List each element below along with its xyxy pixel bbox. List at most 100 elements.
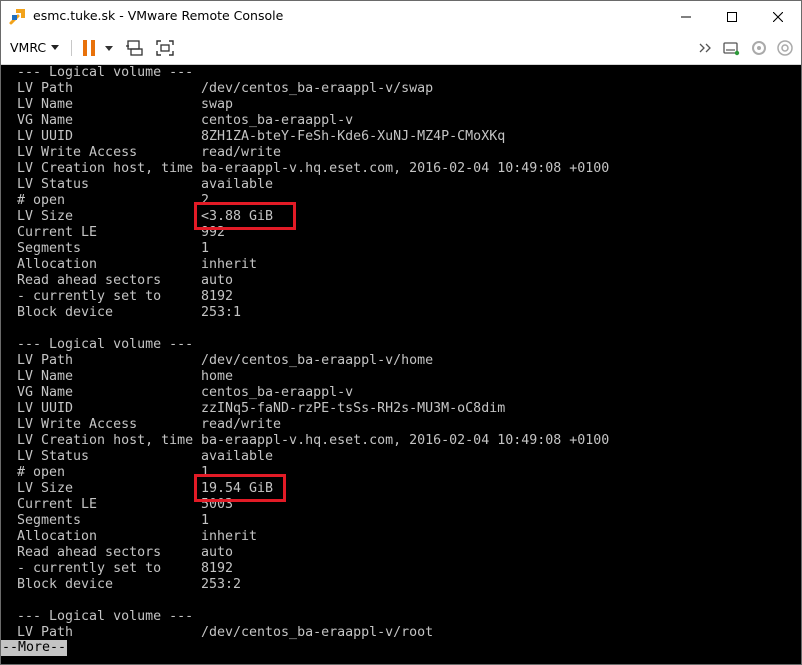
lv-value: auto [201,545,234,560]
lv-row: Segments 1 [17,513,209,529]
lv-value: centos_ba-eraappl-v [201,385,354,400]
chevron-right-icon [699,43,711,53]
lv-label: Current LE [17,225,98,240]
lv-label: Read ahead sectors [17,545,162,560]
lv-label: Block device [17,577,114,592]
more-prompt: --More-- [1,640,68,656]
lv-label: Current LE [17,497,98,512]
settings-icon [752,41,766,55]
lv-label: - currently set to [17,561,162,576]
lv-value: 1 [201,513,210,528]
lv-label: LV Status [17,177,90,192]
send-ctrl-alt-del-button[interactable] [125,38,145,58]
lv-row: LV Creation host, time ba-eraappl-v.hq.es… [17,161,609,177]
fullscreen-button[interactable] [155,38,175,58]
lv-row: LV Name swap [17,97,233,113]
lv-label: Segments [17,241,82,256]
lv-size-highlight-box [194,474,286,502]
lv-value: swap [201,97,234,112]
lv-row: LV Path/dev/centos_ba-eraappl-v/home [17,353,433,369]
toolbar: VMRC [1,32,801,65]
lv-label: LV Name [17,97,74,112]
lv-label: LV Write Access [17,145,138,160]
lv-label: LV Write Access [17,417,138,432]
lv-value: auto [201,273,234,288]
lv-row: Allocation inherit [17,257,257,273]
lv-label: LV Size [17,209,74,224]
lv-value: /dev/centos_ba-eraappl-v/home [201,353,434,368]
lv-row: LV Status available [17,177,273,193]
lv-row: VG Name centos_ba-eraappl-v [17,385,353,401]
lv-label: VG Name [17,113,74,128]
lv-value: inherit [201,529,258,544]
removable-devices-button[interactable] [721,38,741,58]
lv-label: LV Path [17,81,74,96]
pause-dropdown-button[interactable] [103,38,115,58]
vmrc-app-icon [8,6,28,26]
vmrc-menu-chevron-icon [51,45,60,50]
lv-row: LV Write Access read/write [17,145,281,161]
lv-value: ba-eraappl-v.hq.eset.com, 2016-02-04 10:… [201,161,610,176]
lv-row: VG Name centos_ba-eraappl-v [17,113,353,129]
lv-value: ba-eraappl-v.hq.eset.com, 2016-02-04 10:… [201,433,610,448]
lv-label: LV Creation host, time [17,161,194,176]
toolbar-divider [71,40,72,56]
minimize-icon [681,16,691,17]
lv-row: - currently set to 8192 [17,561,233,577]
lv-label: - currently set to [17,289,162,304]
console-screen[interactable]: --- Logical volume --- LV Path/dev/cento… [1,65,801,664]
lv-row: Read ahead sectors auto [17,273,233,289]
vmrc-menu-label: VMRC [10,40,47,55]
lv-label: Allocation [17,529,98,544]
lv-row: Allocation inherit [17,529,257,545]
lv-row: # open 1 [17,465,209,481]
send-ctrl-alt-del-icon [126,40,143,56]
lv-label: Segments [17,513,82,528]
pause-button[interactable] [81,38,97,58]
lv-label: LV UUID [17,401,74,416]
lv-label: Read ahead sectors [17,273,162,288]
lv-value: 253:1 [201,305,242,320]
lv-value: 253:2 [201,577,242,592]
lv-row: Block device 253:2 [17,577,241,593]
volume-header: --- Logical volume --- [17,609,194,624]
lv-value: available [201,177,274,192]
lv-row: LV Path/dev/centos_ba-eraappl-v/root [17,625,433,641]
help-icon [777,40,793,56]
lv-value: /dev/centos_ba-eraappl-v/root [201,625,434,640]
lv-value: /dev/centos_ba-eraappl-v/swap [201,81,434,96]
lv-row: LV Write Access read/write [17,417,281,433]
lv-label: LV Size [17,481,74,496]
lv-value: inherit [201,257,258,272]
close-icon [773,11,783,22]
lv-row: Read ahead sectors auto [17,545,233,561]
lv-value: read/write [201,145,282,160]
vmrc-menu-button[interactable]: VMRC [10,40,60,55]
volume-header: --- Logical volume --- [17,337,194,352]
title-bar[interactable]: esmc.tuke.sk - VMware Remote Console [1,1,801,32]
lv-label: LV Name [17,369,74,384]
maximize-button[interactable] [709,1,755,32]
lv-size-highlight-box [194,202,296,230]
window-title: esmc.tuke.sk - VMware Remote Console [33,8,284,23]
lv-row: LV UUID 8ZH1ZA-bteY-FeSh-Kde6-XuNJ-MZ4P-C… [17,129,505,145]
lv-row: LV Status available [17,449,273,465]
lv-row: Segments 1 [17,241,209,257]
fullscreen-icon [156,40,174,56]
pause-dropdown-icon [105,45,113,51]
lv-value: centos_ba-eraappl-v [201,113,354,128]
lv-label: Block device [17,305,114,320]
pause-icon [83,40,95,56]
more-devices-button[interactable] [698,38,714,58]
lv-row: - currently set to 8192 [17,289,233,305]
help-button[interactable] [775,38,795,58]
lv-value: 1 [201,241,210,256]
close-button[interactable] [755,1,801,32]
lv-row: LV Path/dev/centos_ba-eraappl-v/swap [17,81,433,97]
settings-button[interactable] [749,38,769,58]
lv-row: LV Creation host, time ba-eraappl-v.hq.es… [17,433,609,449]
lv-value: zzINq5-faND-rzPE-tsSs-RH2s-MU3M-oC8dim [201,401,506,416]
maximize-icon [727,11,737,22]
minimize-button[interactable] [663,1,709,32]
lv-row: LV Name home [17,369,233,385]
